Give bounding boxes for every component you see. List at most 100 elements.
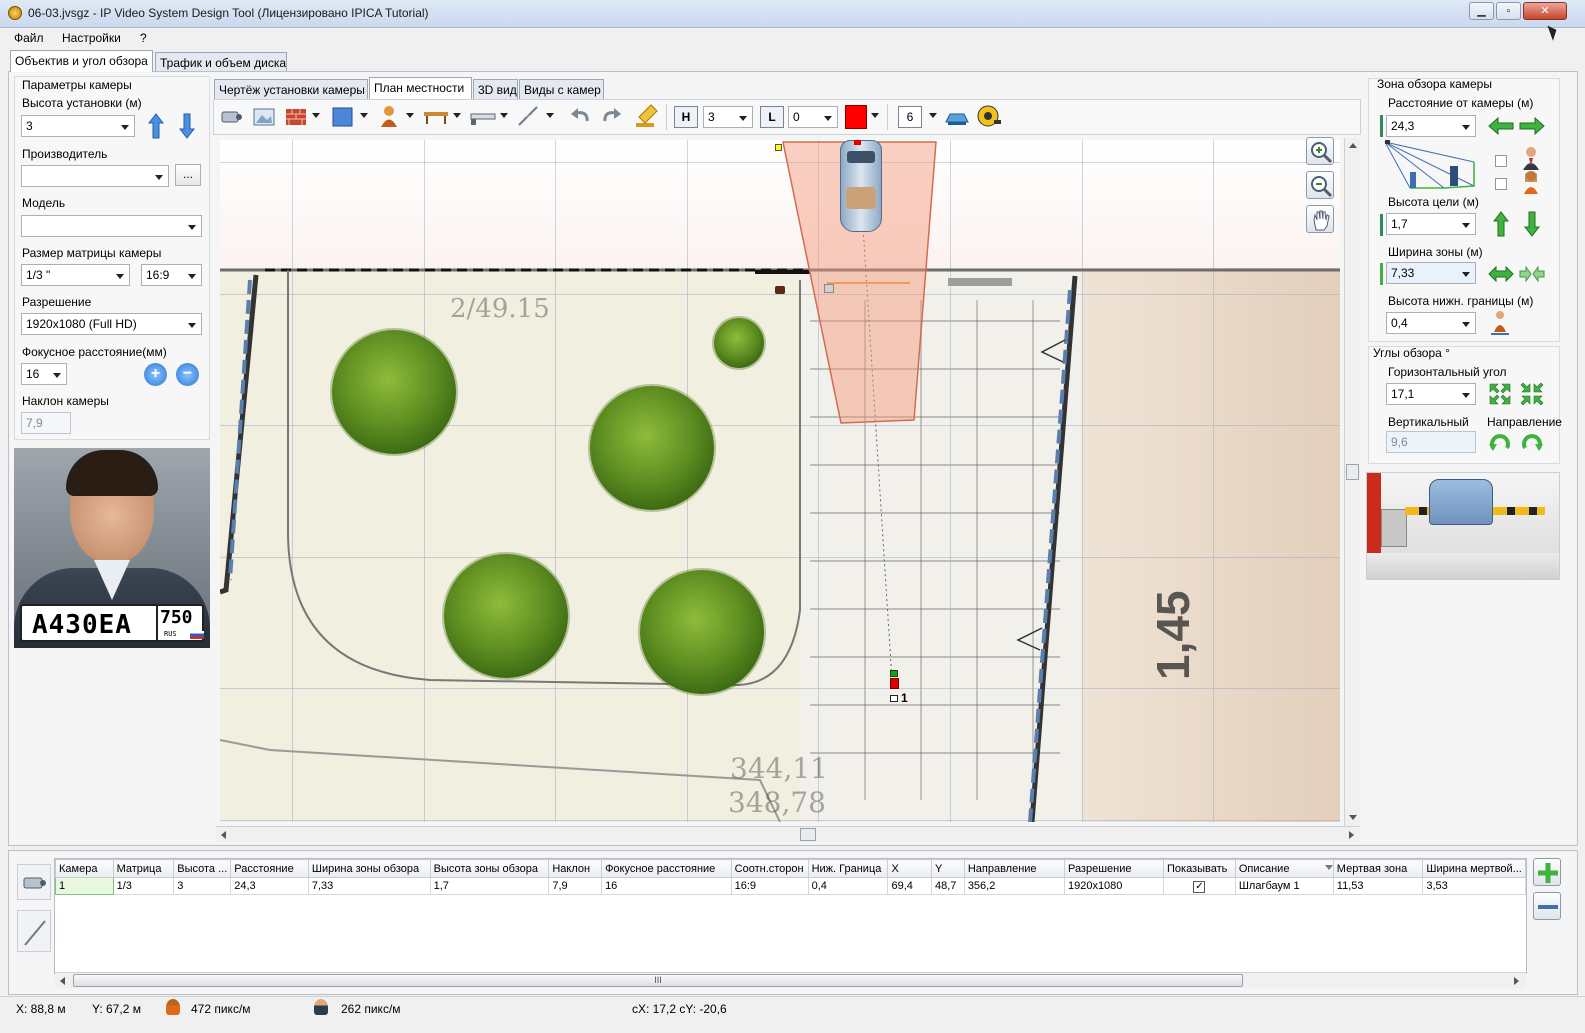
cell-x[interactable]: 69,4 — [887, 877, 932, 895]
tab-3d-view[interactable]: 3D вид — [473, 79, 518, 99]
col-tilt[interactable]: Наклон — [548, 859, 603, 878]
expand-width-icon[interactable] — [1488, 265, 1514, 283]
map-vertical-scrollbar[interactable] — [1344, 138, 1360, 826]
lower-bound-select[interactable]: 0,4 — [1386, 312, 1476, 334]
measure-dropdown-icon[interactable] — [546, 113, 554, 118]
cell-aspect[interactable]: 16:9 — [730, 877, 809, 895]
sensor-select[interactable]: 1/3 " — [21, 264, 130, 286]
col-dead-width[interactable]: Ширина мертвой... — [1422, 859, 1526, 878]
image-tool-icon[interactable] — [252, 106, 276, 128]
color-swatch[interactable] — [845, 105, 867, 129]
minimize-button[interactable]: ▁ — [1469, 2, 1494, 20]
cell-distance[interactable]: 24,3 — [230, 877, 309, 895]
maker-select[interactable] — [21, 165, 169, 187]
person-female-checkbox[interactable] — [1495, 178, 1507, 190]
cell-lower-bound[interactable]: 0,4 — [807, 877, 889, 895]
height-select[interactable]: 3 — [21, 115, 135, 137]
col-y[interactable]: Y — [930, 859, 965, 878]
add-camera-button[interactable] — [1533, 858, 1561, 886]
tab-lens-angle[interactable]: Объектив и угол обзора — [10, 50, 153, 72]
tab-camera-views[interactable]: Виды с камер — [519, 79, 604, 99]
color-dropdown-icon[interactable] — [871, 113, 879, 118]
horiz-angle-select[interactable]: 17,1 — [1386, 383, 1476, 405]
length-tool-icon[interactable]: L — [760, 106, 784, 128]
cell-zone-width[interactable]: 7,33 — [307, 877, 431, 895]
grid-horizontal-scrollbar[interactable]: III — [55, 972, 1526, 988]
expand-angle-icon[interactable] — [1488, 382, 1512, 406]
col-camera[interactable]: Камера — [55, 859, 114, 878]
table-row[interactable]: 1 1/3 3 24,3 7,33 1,7 7,9 16 16:9 0,4 69… — [55, 877, 1526, 895]
scroll-right-icon[interactable] — [1514, 977, 1519, 985]
grid-scroll-thumb[interactable]: III — [73, 974, 1243, 987]
col-zone-height[interactable]: Высота зоны обзора — [429, 859, 550, 878]
arrow-up-icon[interactable] — [147, 113, 165, 139]
shrink-angle-icon[interactable] — [1520, 382, 1544, 406]
camera-marker[interactable] — [890, 678, 899, 689]
col-direction[interactable]: Направление — [963, 859, 1065, 878]
cell-y[interactable]: 48,7 — [930, 877, 965, 895]
zoom-in-icon[interactable] — [1306, 137, 1334, 165]
col-lower-bound[interactable]: Ниж. Граница — [807, 859, 889, 878]
box-dropdown-icon[interactable] — [360, 113, 368, 118]
pan-hand-icon[interactable] — [1306, 205, 1334, 233]
tab-site-plan[interactable]: План местности — [369, 77, 472, 99]
bench-dropdown-icon[interactable] — [453, 113, 461, 118]
col-x[interactable]: X — [887, 859, 932, 878]
arrow-right-icon[interactable] — [1519, 116, 1545, 136]
remove-camera-button[interactable] — [1533, 892, 1561, 920]
aspect-select[interactable]: 16:9 — [141, 264, 202, 286]
layer-select[interactable]: 6 — [898, 106, 922, 128]
rotate-right-icon[interactable] — [1520, 430, 1544, 454]
maximize-button[interactable]: ▫ — [1496, 2, 1521, 20]
scroll-up-icon[interactable] — [1349, 143, 1357, 148]
person-dropdown-icon[interactable] — [406, 113, 414, 118]
redo-icon[interactable] — [600, 105, 624, 129]
scroll-down-icon[interactable] — [1349, 815, 1357, 820]
person-male-checkbox[interactable] — [1495, 155, 1507, 167]
cell-height[interactable]: 3 — [173, 877, 232, 895]
box-tool-icon[interactable] — [331, 106, 355, 128]
focal-select[interactable]: 16 — [21, 363, 67, 385]
col-zone-width[interactable]: Ширина зоны обзора — [307, 859, 431, 878]
col-resolution[interactable]: Разрешение — [1063, 859, 1164, 878]
scroll-left-icon[interactable] — [221, 831, 226, 839]
col-height[interactable]: Высота ... — [173, 859, 232, 878]
scroll-left-icon[interactable] — [60, 977, 65, 985]
zone-width-select[interactable]: 7,33 — [1386, 262, 1476, 284]
model-select[interactable] — [21, 215, 202, 237]
camera-tool-icon[interactable] — [220, 106, 244, 128]
wall-tool-icon[interactable] — [284, 106, 308, 128]
menu-file[interactable]: Файл — [14, 31, 44, 45]
camera-marker-top[interactable] — [890, 670, 898, 677]
fov-handle[interactable] — [824, 284, 834, 293]
scroll-thumb[interactable] — [800, 828, 816, 841]
barrier-tool-icon[interactable] — [470, 108, 496, 126]
undo-icon[interactable] — [568, 105, 592, 129]
col-dead-zone[interactable]: Мертвая зона — [1332, 859, 1424, 878]
scroll-right-icon[interactable] — [1349, 831, 1354, 839]
target-height-select[interactable]: 1,7 — [1386, 213, 1476, 235]
layer-dropdown-icon[interactable] — [929, 113, 937, 118]
cell-description[interactable]: Шлагбаум 1 — [1234, 877, 1334, 895]
wall-dropdown-icon[interactable] — [312, 113, 320, 118]
arrow-left-icon[interactable] — [1488, 116, 1514, 136]
site-plan-canvas[interactable]: 1 2/49.15 1,45 344,11 348,78 — [220, 140, 1340, 822]
cell-sensor[interactable]: 1/3 — [112, 877, 175, 895]
cell-tilt[interactable]: 7,9 — [548, 877, 603, 895]
green-arrow-up-icon[interactable] — [1492, 211, 1510, 237]
scanner-tool-icon[interactable] — [944, 106, 970, 128]
cell-zone-height[interactable]: 1,7 — [429, 877, 550, 895]
camera-list-icon[interactable] — [17, 864, 51, 900]
col-distance[interactable]: Расстояние — [230, 859, 309, 878]
description-filter-icon[interactable] — [1325, 865, 1333, 870]
resolution-select[interactable]: 1920x1080 (Full HD) — [21, 313, 202, 335]
measure-tool-icon[interactable] — [516, 104, 540, 128]
person-tool-icon[interactable] — [379, 104, 399, 128]
cell-show[interactable]: ✓ — [1162, 877, 1236, 895]
cell-dead-zone[interactable]: 11,53 — [1332, 877, 1424, 895]
cell-dead-width[interactable]: 3,53 — [1422, 877, 1526, 895]
distance-select[interactable]: 24,3 — [1386, 115, 1476, 137]
menu-help[interactable]: ? — [140, 31, 147, 45]
col-sensor[interactable]: Матрица — [112, 859, 175, 878]
cell-direction[interactable]: 356,2 — [963, 877, 1065, 895]
